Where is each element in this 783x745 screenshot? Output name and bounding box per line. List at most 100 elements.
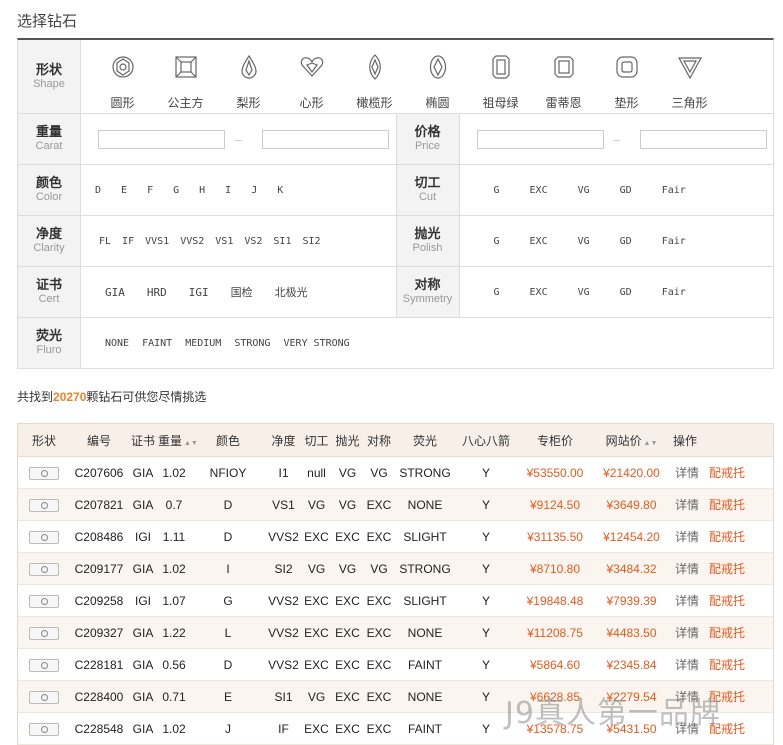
row-carat: 1.11	[162, 529, 186, 544]
clarity-option[interactable]: VS1	[215, 236, 233, 247]
color-option[interactable]: E	[121, 185, 127, 196]
row-color: J	[225, 721, 231, 736]
fluro-option[interactable]: NONE	[105, 338, 129, 349]
cert-option[interactable]: 国检	[231, 284, 253, 300]
carat-label-en: Carat	[35, 140, 63, 152]
row-sym: VG	[370, 561, 388, 576]
color-option[interactable]: G	[173, 185, 179, 196]
symmetry-option[interactable]: GD	[620, 287, 632, 298]
color-option[interactable]: J	[251, 185, 257, 196]
shape-option-1[interactable]: 公主方	[154, 54, 217, 111]
price-max-input[interactable]	[640, 129, 768, 149]
detail-link[interactable]: 详情	[675, 530, 699, 544]
row-clarity: VVS2	[268, 593, 299, 608]
column-header[interactable]: 网站价 ▲▼	[593, 432, 670, 449]
column-header[interactable]: 重量 ▲▼	[158, 432, 198, 449]
row-shape-cell	[18, 497, 70, 512]
shape-option-7[interactable]: 雷蒂恩	[532, 54, 595, 111]
match-setting-link[interactable]: 配戒托	[709, 626, 745, 640]
clarity-option[interactable]: FL	[99, 236, 111, 247]
color-option[interactable]: F	[147, 185, 153, 196]
column-header-label: 专柜价	[536, 433, 573, 448]
symmetry-option[interactable]: G	[494, 287, 500, 298]
row-counter-price: ¥5864.60	[529, 657, 581, 672]
cert-label-cn: 证书	[35, 277, 62, 292]
row-polish: EXC	[335, 529, 360, 544]
match-setting-link[interactable]: 配戒托	[709, 530, 745, 544]
cert-option[interactable]: IGI	[189, 286, 209, 299]
shape-option-3[interactable]: 心形	[280, 54, 343, 111]
cert-option[interactable]: HRD	[147, 286, 167, 299]
polish-option[interactable]: GD	[620, 236, 632, 247]
cut-option[interactable]: EXC	[530, 185, 548, 196]
cut-label-cn: 切工	[414, 175, 441, 190]
cut-option[interactable]: VG	[578, 185, 590, 196]
detail-link[interactable]: 详情	[675, 466, 699, 480]
clarity-option[interactable]: VVS1	[145, 236, 169, 247]
shape-option-8[interactable]: 垫形	[595, 54, 658, 111]
detail-link[interactable]: 详情	[675, 562, 699, 576]
fluro-option[interactable]: VERY STRONG	[283, 338, 349, 349]
cert-option[interactable]: 北极光	[275, 284, 308, 300]
clarity-option[interactable]: SI2	[302, 236, 320, 247]
row-cut: EXC	[304, 657, 329, 672]
polish-option[interactable]: EXC	[530, 236, 548, 247]
shape-option-5[interactable]: 椭圆	[406, 54, 469, 111]
fluro-option[interactable]: FAINT	[142, 338, 172, 349]
match-setting-link[interactable]: 配戒托	[709, 466, 745, 480]
row-fluro: FAINT	[407, 721, 442, 736]
fluro-option[interactable]: STRONG	[234, 338, 270, 349]
symmetry-option[interactable]: Fair	[662, 287, 686, 298]
shape-option-0[interactable]: 圆形	[91, 54, 154, 111]
clarity-option[interactable]: VS2	[244, 236, 262, 247]
row-color: I	[226, 561, 230, 576]
polish-option[interactable]: VG	[578, 236, 590, 247]
sort-icon[interactable]: ▲▼	[642, 440, 658, 447]
row-carat: 0.56	[162, 657, 186, 672]
color-option[interactable]: H	[199, 185, 205, 196]
match-setting-link[interactable]: 配戒托	[709, 658, 745, 672]
column-header-label: 抛光	[335, 433, 360, 448]
detail-link[interactable]: 详情	[675, 626, 699, 640]
color-option[interactable]: D	[95, 185, 101, 196]
shape-option-2[interactable]: 梨形	[217, 54, 280, 111]
clarity-option[interactable]: IF	[122, 236, 134, 247]
cert-label: 证书 Cert	[18, 267, 81, 317]
clarity-option[interactable]: SI1	[273, 236, 291, 247]
detail-link[interactable]: 详情	[675, 658, 699, 672]
column-header-label: 编号	[86, 433, 111, 448]
detail-link[interactable]: 详情	[675, 594, 699, 608]
carat-max-input[interactable]	[261, 129, 389, 149]
cert-filter: 证书 Cert GIA HRD IGI 国检 北极光	[18, 267, 396, 317]
fluro-option[interactable]: MEDIUM	[185, 338, 221, 349]
match-setting-link[interactable]: 配戒托	[709, 594, 745, 608]
row-shape-cell	[18, 529, 70, 544]
color-option[interactable]: I	[225, 185, 231, 196]
table-row: C207821 GIA 0.7 D VS1 VG VG EXC NONE Y ¥9124.50 ¥36…	[18, 489, 773, 521]
cut-option[interactable]: Fair	[662, 185, 686, 196]
carat-min-input[interactable]	[98, 129, 225, 149]
price-range: —	[460, 114, 768, 164]
price-min-input[interactable]	[476, 129, 604, 149]
polish-option[interactable]: Fair	[662, 236, 686, 247]
shape-option-9[interactable]: 三角形	[658, 54, 721, 111]
row-color: D	[223, 529, 233, 544]
row-counter-price: ¥31135.50	[527, 529, 583, 544]
symmetry-option[interactable]: VG	[578, 287, 590, 298]
polish-option[interactable]: G	[494, 236, 500, 247]
carat-label-cn: 重量	[35, 124, 62, 139]
shape-option-6[interactable]: 祖母绿	[469, 54, 532, 111]
match-setting-link[interactable]: 配戒托	[709, 498, 745, 512]
cut-option[interactable]: GD	[620, 185, 632, 196]
cut-option[interactable]: G	[494, 185, 500, 196]
clarity-option[interactable]: VVS2	[180, 236, 204, 247]
row-color: D	[223, 657, 233, 672]
color-option[interactable]: K	[277, 185, 283, 196]
cert-option[interactable]: GIA	[105, 286, 125, 299]
detail-link[interactable]: 详情	[675, 498, 699, 512]
match-setting-link[interactable]: 配戒托	[709, 562, 745, 576]
row-carat: 1.02	[162, 721, 186, 736]
row-polish: VG	[338, 497, 357, 512]
shape-option-4[interactable]: 橄榄形	[343, 54, 406, 111]
symmetry-option[interactable]: EXC	[530, 287, 548, 298]
